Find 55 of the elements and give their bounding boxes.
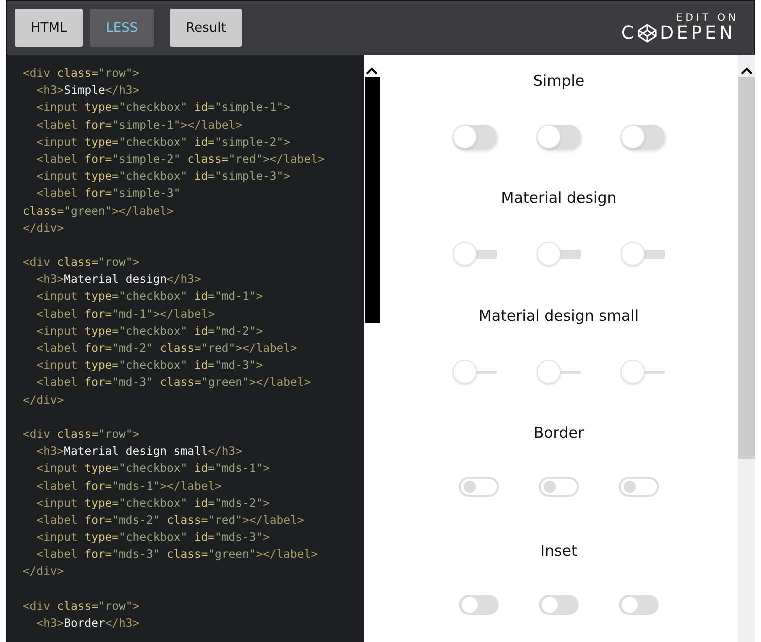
code-line: <input type="checkbox" id="md-3"> xyxy=(36,357,264,374)
logo-caption: EDIT ON xyxy=(676,12,739,24)
code-line: <label for="simple-1"></label> xyxy=(36,116,244,134)
code-line: <div class="row"> xyxy=(23,65,141,82)
toggle-switch[interactable] xyxy=(459,594,499,615)
cube-icon xyxy=(638,24,658,43)
toggle-switch[interactable] xyxy=(539,477,579,498)
section-title: Inset xyxy=(540,540,578,561)
code-line: <input type="checkbox" id="md-1"> xyxy=(36,288,264,306)
code-line: <h3>Material design</h3> xyxy=(36,271,202,288)
code-line: <input type="checkbox" id="simple-3"> xyxy=(36,168,292,186)
code-line: <h3>Material design small</h3> xyxy=(36,443,244,460)
code-line: <input type="checkbox" id="mds-2"> xyxy=(36,494,271,512)
code-line: </div> xyxy=(23,392,66,409)
toggle-switch[interactable] xyxy=(453,125,497,149)
scroll-up-icon[interactable] xyxy=(740,67,752,75)
code-line: <input type="checkbox" id="simple-1"> xyxy=(36,99,292,116)
section-title: Border xyxy=(534,423,584,444)
panel-tab[interactable]: LESS xyxy=(90,9,154,47)
code-line: <input type="checkbox" id="md-2"> xyxy=(36,322,264,340)
toggle-switch[interactable] xyxy=(619,594,659,615)
code-line: <label for="md-3" class="green"></label> xyxy=(36,374,312,392)
code-line: <label for="simple-3" xyxy=(36,185,182,202)
code-line: </div> xyxy=(23,563,66,580)
code-line: <label for="mds-3" class="green"></label> xyxy=(36,546,319,564)
panel-tab[interactable]: HTML xyxy=(15,9,84,47)
code-line: <div class="row"> xyxy=(23,254,141,272)
toggle-switch[interactable] xyxy=(537,125,581,149)
toggle-switch[interactable] xyxy=(459,477,499,498)
toggle-switch[interactable] xyxy=(619,477,659,498)
toggle-switch[interactable] xyxy=(539,594,579,615)
code-line: <h3>Simple</h3> xyxy=(36,82,141,100)
code-line: <label for="md-2" class="red"></label> xyxy=(36,340,298,357)
code-line: <label for="mds-2" class="red"></label> xyxy=(36,512,306,529)
logo-text: C xyxy=(621,24,638,44)
code-line: <div class="row"> xyxy=(23,426,141,443)
section-title: Material design xyxy=(501,188,617,208)
scrollbar-thumb[interactable] xyxy=(364,77,380,323)
toggle-switch[interactable] xyxy=(621,125,665,149)
section-title: Simple xyxy=(533,71,585,91)
scrollbar-thumb[interactable] xyxy=(738,77,755,459)
code-line: <div class="row"> xyxy=(23,598,141,615)
code-line: </div> xyxy=(23,220,66,237)
code-line: <input type="checkbox" id="mds-3"> xyxy=(36,529,271,546)
code-line: <label for="mds-1"></label> xyxy=(36,478,223,494)
section-title: Material design small xyxy=(478,306,640,326)
code-line: <label for="simple-2" class="red"></label> xyxy=(36,150,326,168)
panel-tab[interactable]: Result xyxy=(170,9,242,47)
code-line: <input type="checkbox" id="mds-1"> xyxy=(36,460,271,478)
code-line: class="green"></label> xyxy=(23,202,175,220)
code-line: <h3>Border</h3> xyxy=(36,615,141,632)
code-line: <input type="checkbox" id="simple-2"> xyxy=(36,134,292,151)
scroll-up-icon[interactable] xyxy=(366,67,378,75)
logo-text: DEPEN xyxy=(660,24,736,44)
code-line: <label for="md-1"></label> xyxy=(36,306,216,323)
